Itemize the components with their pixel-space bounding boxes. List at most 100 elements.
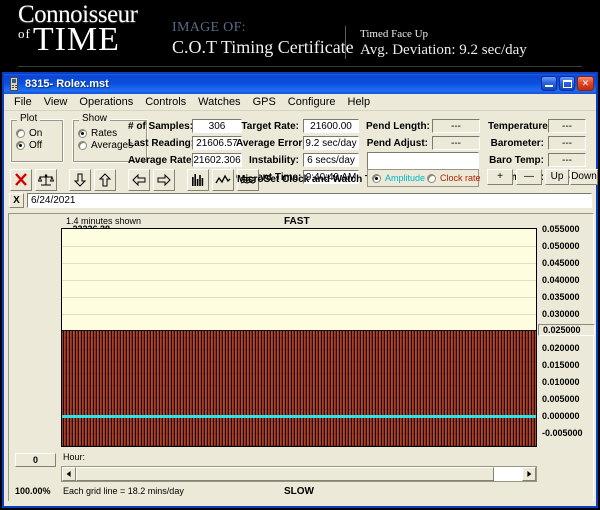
arrow-right-icon[interactable] (153, 169, 175, 191)
delete-x-icon[interactable] (10, 169, 32, 191)
menu-item-view[interactable]: View (38, 95, 74, 109)
menu-item-configure[interactable]: Configure (282, 95, 342, 109)
menu-item-gps[interactable]: GPS (247, 95, 282, 109)
minus-button[interactable]: — (516, 169, 542, 185)
average-rate-line (62, 415, 536, 418)
menu-bar: File View Operations Controls Watches GP… (4, 94, 596, 111)
menu-item-help[interactable]: Help (342, 95, 377, 109)
cot-logo: Connoisseur ofTIME (18, 2, 138, 57)
plus-button[interactable]: + (487, 169, 513, 185)
field-average-error: Average Error: 9.2 sec/day (236, 136, 359, 150)
scroll-right-arrow-icon[interactable] (522, 467, 536, 481)
y-right-tick: 0.055000 (538, 224, 595, 234)
menu-item-controls[interactable]: Controls (139, 95, 192, 109)
banner-divider (345, 26, 346, 59)
temperature-label: Temperature: (488, 121, 544, 132)
radio-clock-rate[interactable] (427, 174, 436, 183)
title-bar[interactable]: 8315- Rolex.mst ✕ (4, 74, 596, 94)
radio-show-rates[interactable] (78, 129, 87, 138)
down-button[interactable]: Down (570, 169, 598, 185)
y-right-tick: 0.010000 (538, 377, 595, 387)
menu-item-file[interactable]: File (8, 95, 38, 109)
y-right-tick: 0.045000 (538, 258, 595, 268)
plot-off-label: Off (29, 140, 42, 151)
target-rate-value: 21600.00 (303, 119, 359, 133)
last-reading-value: 21606.57 (192, 136, 242, 150)
arrow-left-icon[interactable] (128, 169, 150, 191)
plot-option-off[interactable]: Off (16, 140, 63, 151)
radio-plot-on[interactable] (16, 129, 25, 138)
menu-item-operations[interactable]: Operations (73, 95, 139, 109)
field-average-rate: Average Rate: 21602.306 (128, 153, 242, 167)
plot-group: Plot On Off (10, 119, 64, 163)
zero-button[interactable]: 0 (15, 453, 56, 467)
average-error-label: Average Error: (236, 138, 299, 149)
gridline (62, 280, 536, 281)
minimize-button[interactable] (541, 76, 557, 91)
plot-option-on[interactable]: On (16, 128, 63, 139)
toolbar (10, 169, 259, 191)
field-pend-length: Pend Length: --- (366, 119, 480, 133)
date-input[interactable]: 6/24/2021 (27, 193, 592, 208)
radio-amplitude[interactable] (372, 174, 381, 183)
window-buttons: ✕ (541, 76, 594, 91)
gridline-scale-label: Each grid line = 18.2 mins/day (63, 486, 184, 496)
field-samples: # of Samples: 306 (128, 119, 242, 133)
avg-deviation-label: Avg. Deviation: 9.2 sec/day (360, 41, 527, 59)
average-rate-label: Average Rate: (128, 155, 188, 166)
plot-on-label: On (29, 128, 42, 139)
arrow-down-icon[interactable] (69, 169, 91, 191)
up-button[interactable]: Up (545, 169, 569, 185)
baro-temp-value: --- (548, 153, 586, 167)
show-rates-label: Rates (91, 128, 117, 139)
arrow-up-icon[interactable] (94, 169, 116, 191)
plot-area[interactable] (61, 228, 537, 447)
close-button[interactable]: ✕ (577, 76, 594, 91)
maximize-button[interactable] (559, 76, 575, 91)
y-right-tick: 0.040000 (538, 275, 595, 285)
banner-rule (18, 66, 582, 67)
menu-item-watches[interactable]: Watches (192, 95, 246, 109)
field-last-reading: Last Reading: 21606.57 (128, 136, 242, 150)
field-instability: Instability: 6 secs/day (236, 153, 359, 167)
balance-scale-icon[interactable] (35, 169, 57, 191)
microset-mode-clock-rate[interactable]: Clock rate (427, 173, 481, 183)
banner-middle-block: IMAGE OF: C.O.T Timing Certificate (172, 20, 354, 57)
y-right-tick: 0.030000 (538, 309, 595, 319)
instability-label: Instability: (236, 155, 299, 166)
scroll-left-arrow-icon[interactable] (62, 467, 76, 481)
y-right-tick: 0.005000 (538, 394, 595, 404)
hour-axis-label: Hour: (63, 452, 85, 462)
clear-date-button[interactable]: X (9, 193, 24, 208)
y-right-tick: 0.020000 (538, 343, 595, 353)
horizontal-scrollbar[interactable] (61, 466, 537, 482)
banner-right-block: Timed Face Up Avg. Deviation: 9.2 sec/da… (360, 28, 527, 59)
average-rate-value: 21602.306 (192, 153, 242, 167)
scroll-thumb[interactable] (76, 467, 494, 481)
microset-mode-amplitude[interactable]: Amplitude (372, 173, 425, 183)
pend-length-label: Pend Length: (366, 121, 428, 132)
gridline (62, 297, 536, 298)
target-rate-label: Target Rate: (236, 121, 299, 132)
clock-rate-label: Clock rate (440, 173, 481, 183)
scroll-track[interactable] (494, 467, 522, 481)
radio-plot-off[interactable] (16, 141, 25, 150)
y-right-tick: 0.015000 (538, 360, 595, 370)
chart-panel: 1.4 minutes shown FAST 23236.38 22963.65… (8, 213, 594, 503)
field-barometer: Barometer: --- (488, 136, 586, 150)
bar-chart-icon[interactable] (187, 169, 209, 191)
image-of-label: IMAGE OF: (172, 20, 354, 37)
radio-show-averages[interactable] (78, 141, 87, 150)
gridline (62, 314, 536, 315)
samples-value: 306 (192, 119, 242, 133)
field-baro-temp: Baro Temp: --- (488, 153, 586, 167)
slow-label: SLOW (284, 486, 314, 497)
certificate-title: C.O.T Timing Certificate (172, 37, 354, 58)
status-strip (4, 501, 596, 506)
face-position-label: Timed Face Up (360, 28, 527, 41)
plot-group-title: Plot (17, 113, 40, 124)
cot-banner: Connoisseur ofTIME IMAGE OF: C.O.T Timin… (0, 0, 600, 70)
gridline (62, 246, 536, 247)
line-chart-icon[interactable] (212, 169, 234, 191)
app-icon (7, 77, 21, 91)
